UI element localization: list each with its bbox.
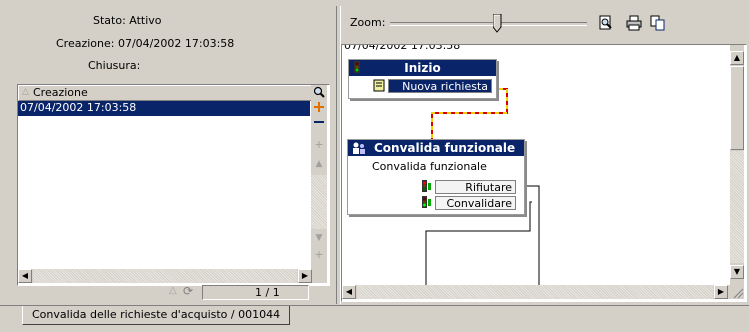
page-up-icon[interactable]: △ (169, 285, 177, 296)
list-side-toolbar: + ▲ ▼ + (311, 85, 327, 269)
tab-request-validation[interactable]: Convalida delle richieste d'acquisto / 0… (22, 306, 290, 325)
canvas-scroll-track (730, 151, 744, 263)
minus-icon (314, 121, 324, 123)
arrow-right-icon: ▶ (301, 271, 309, 280)
node-description: Convalida funzionale (372, 160, 487, 173)
plus-disabled-icon: + (314, 138, 324, 151)
column-header-creation[interactable]: Creazione (33, 86, 88, 99)
add-disabled-button[interactable]: + (311, 138, 327, 152)
add-button[interactable] (311, 100, 327, 114)
remove-button[interactable] (311, 115, 327, 129)
page-indicator: 1 / 1 (255, 286, 280, 299)
workflow-node-start[interactable]: Inizio Nuova richiesta (348, 59, 497, 99)
output-validate-label: Convalidare (446, 197, 512, 210)
plus-disabled-icon: + (314, 248, 324, 261)
output-reject-label: Rifiutare (465, 181, 512, 194)
closing-label: Chiusura: (88, 59, 141, 72)
zoom-slider-thumb[interactable] (492, 13, 502, 33)
pagination-bar: △ ⟳ 1 / 1 (17, 284, 330, 300)
plus-icon (314, 102, 324, 112)
magnifier-icon (313, 86, 325, 98)
scroll-right-button[interactable]: ▶ (298, 269, 312, 283)
list-horizontal-scrollbar[interactable]: ◀ ▶ (18, 269, 327, 283)
move-down-button[interactable]: ▼ (311, 231, 327, 245)
move-up-button[interactable]: ▲ (311, 157, 327, 171)
canvas-hscroll-track (357, 285, 713, 299)
expand-button[interactable]: + (311, 248, 327, 262)
refresh-icon[interactable]: ⟳ (183, 284, 193, 298)
traffic-light-green-icon (422, 196, 431, 208)
node-title-start-text: Inizio (404, 61, 441, 75)
workflow-canvas[interactable]: 07/04/2002 17:03:58 Inizio Nuova richies… (341, 44, 747, 302)
arrow-down-icon: ▼ (733, 267, 741, 276)
zoom-slider[interactable] (390, 13, 587, 34)
arrow-left-icon: ◀ (21, 271, 29, 280)
arrow-left-icon: ◀ (345, 287, 353, 296)
zoom-slider-track (390, 22, 587, 26)
traffic-light-red-icon (422, 180, 431, 192)
link-reject (523, 185, 540, 285)
zoom-label: Zoom: (350, 16, 386, 29)
history-list: △ Creazione 07/04/2002 17:03:58 + ▲ ▼ + (17, 84, 330, 286)
status-label: Stato: Attivo (93, 14, 162, 27)
preview-button[interactable] (598, 15, 614, 31)
search-button[interactable] (311, 85, 327, 99)
arrow-up-icon: ▲ (733, 53, 741, 62)
triangle-down-icon: ▼ (315, 233, 323, 243)
canvas-horizontal-scrollbar[interactable]: ◀ ▶ (342, 285, 730, 299)
node-title-validation: Convalida funzionale (348, 140, 524, 156)
workflow-node-validation[interactable]: Convalida funzionale Convalida funzional… (347, 139, 525, 215)
request-icon (373, 79, 385, 92)
list-header[interactable]: △ Creazione (18, 85, 312, 101)
list-item-date: 07/04/2002 17:03:58 (20, 101, 137, 114)
creation-label: Creazione: 07/04/2002 17:03:58 (56, 37, 235, 50)
printer-icon (626, 15, 642, 31)
output-reject[interactable]: Rifiutare (435, 180, 516, 194)
canvas-scroll-right-button[interactable]: ▶ (714, 285, 728, 299)
scroll-left-button[interactable]: ◀ (18, 269, 32, 283)
canvas-scroll-up-button[interactable]: ▲ (730, 51, 744, 65)
canvas-scroll-left-button[interactable]: ◀ (342, 285, 356, 299)
users-icon (353, 142, 365, 154)
resize-grip-icon[interactable] (730, 285, 744, 299)
side-toolbar-track (311, 175, 327, 229)
canvas-vertical-scrollbar[interactable]: ▲ ▼ (730, 45, 744, 285)
copy-button[interactable] (650, 15, 666, 31)
list-item[interactable]: 07/04/2002 17:03:58 (18, 101, 310, 116)
print-button[interactable] (626, 15, 642, 31)
node-title-validation-text: Convalida funzionale (374, 141, 516, 155)
output-new-request[interactable]: Nuova richiesta (388, 79, 492, 93)
canvas-scroll-down-button[interactable]: ▼ (730, 265, 744, 279)
arrow-right-icon: ▶ (717, 287, 725, 296)
print-preview-icon (599, 15, 612, 30)
triangle-up-icon: ▲ (315, 159, 323, 169)
zoom-toolbar: Zoom: (342, 8, 742, 40)
output-validate[interactable]: Convalidare (435, 196, 516, 210)
page-indicator-box: 1 / 1 (202, 285, 309, 300)
output-new-request-label: Nuova richiesta (402, 80, 488, 93)
node-title-start: Inizio (349, 60, 496, 76)
tab-label: Convalida delle richieste d'acquisto / 0… (32, 308, 281, 321)
scroll-track (33, 269, 297, 283)
traffic-light-icon (354, 61, 360, 73)
sort-indicator-icon: △ (22, 87, 29, 97)
copy-icon (650, 15, 665, 31)
canvas-scroll-thumb[interactable] (730, 66, 744, 150)
